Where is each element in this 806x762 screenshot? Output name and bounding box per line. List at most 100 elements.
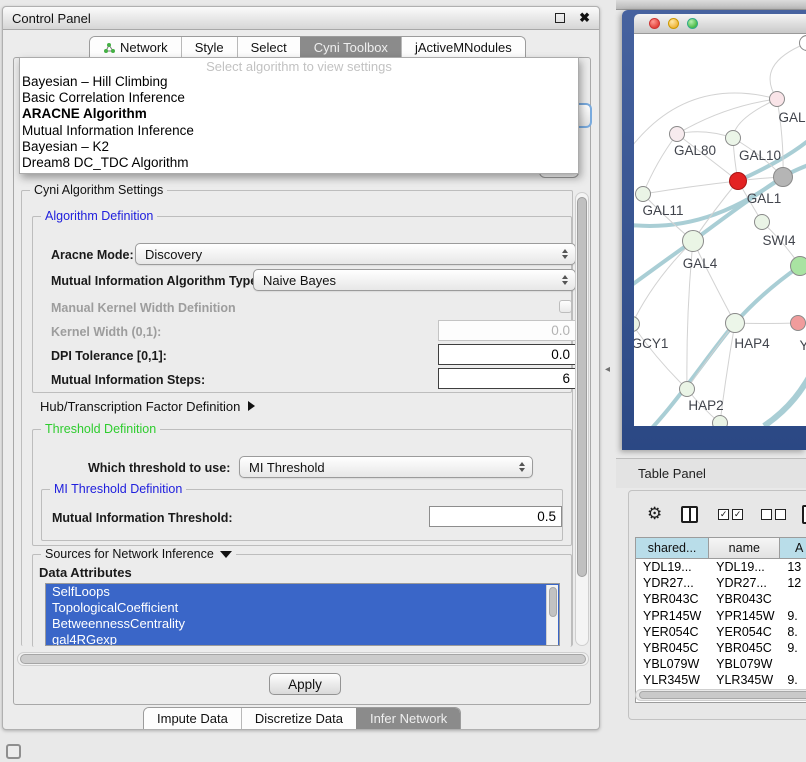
- table-panel-header[interactable]: Table Panel: [616, 458, 806, 488]
- network-node[interactable]: [729, 172, 747, 190]
- network-node[interactable]: [769, 91, 785, 107]
- tab-infer-network[interactable]: Infer Network: [356, 708, 460, 729]
- network-node[interactable]: [754, 214, 770, 230]
- column-document-icon[interactable]: [802, 505, 806, 524]
- minimized-panel-icon[interactable]: [6, 744, 21, 759]
- tab-network[interactable]: Network: [90, 37, 181, 58]
- data-attributes-label: Data Attributes: [39, 565, 132, 580]
- select-all-checkbox-icon[interactable]: ✓: [718, 509, 729, 520]
- float-window-icon[interactable]: [555, 13, 565, 23]
- hub-definition-label: Hub/Transcription Factor Definition: [40, 399, 240, 414]
- panel-collapse-arrow-icon[interactable]: ◂: [605, 364, 610, 375]
- network-node[interactable]: [635, 186, 651, 202]
- threshold-definition-title: Threshold Definition: [41, 422, 160, 436]
- settings-horizontal-scrollbar[interactable]: [17, 652, 589, 666]
- network-node-label: HAP2: [688, 398, 723, 413]
- network-node[interactable]: [679, 381, 695, 397]
- split-pane-icon[interactable]: [681, 506, 698, 523]
- aracne-mode-label: Aracne Mode:: [51, 248, 134, 262]
- network-node[interactable]: [773, 167, 793, 187]
- list-vertical-scrollbar[interactable]: [546, 585, 558, 646]
- table-row[interactable]: YDL19...YDL19...13: [636, 559, 806, 575]
- mac-zoom-icon[interactable]: [687, 18, 698, 29]
- attribute-item[interactable]: TopologicalCoefficient: [46, 600, 559, 616]
- algorithm-option[interactable]: Bayesian – Hill Climbing: [20, 74, 578, 90]
- network-canvas[interactable]: GALGAL80GAL10GAL1GAL11SWI4GAL4GCY1HAP4YH…: [634, 34, 806, 426]
- which-threshold-combobox[interactable]: MI Threshold: [239, 456, 533, 478]
- dpi-tolerance-field[interactable]: 0.0: [438, 344, 576, 365]
- network-node[interactable]: [682, 230, 704, 252]
- tab-label: Discretize Data: [255, 709, 343, 729]
- tab-jactivemnodules[interactable]: jActiveMNodules: [401, 37, 525, 58]
- table-panel-title: Table Panel: [638, 466, 706, 481]
- attribute-item[interactable]: BetweennessCentrality: [46, 616, 559, 632]
- algorithm-definition-title: Algorithm Definition: [41, 209, 157, 223]
- table-row[interactable]: YLR345WYLR345W9.: [636, 672, 806, 688]
- table-row[interactable]: YDR27...YDR27...12: [636, 575, 806, 591]
- manual-kernel-checkbox[interactable]: [559, 300, 572, 313]
- network-node[interactable]: [712, 415, 728, 426]
- kernel-width-field[interactable]: 0.0: [438, 320, 576, 341]
- which-threshold-label: Which threshold to use:: [88, 461, 230, 475]
- network-node[interactable]: [790, 256, 806, 276]
- background-window-strip: [616, 0, 806, 10]
- mac-close-icon[interactable]: [649, 18, 660, 29]
- hub-definition-toggle[interactable]: Hub/Transcription Factor Definition: [40, 399, 255, 414]
- tab-select[interactable]: Select: [237, 37, 300, 58]
- table-horizontal-scrollbar[interactable]: [635, 689, 806, 701]
- cyni-algorithm-settings-group: Cyni Algorithm Settings Algorithm Defini…: [21, 190, 573, 646]
- control-panel-title: Control Panel: [12, 11, 555, 26]
- sources-group-title[interactable]: Sources for Network Inference: [41, 547, 236, 561]
- aracne-mode-combobox[interactable]: Discovery: [135, 243, 576, 265]
- expanded-arrow-icon: [220, 551, 232, 558]
- tab-style[interactable]: Style: [181, 37, 237, 58]
- mac-minimize-icon[interactable]: [668, 18, 679, 29]
- mi-steps-label: Mutual Information Steps:: [51, 373, 205, 387]
- close-icon[interactable]: ✖: [579, 13, 590, 23]
- deselect-checkbox-icon[interactable]: [775, 509, 786, 520]
- algorithm-option[interactable]: Bayesian – K2: [20, 139, 578, 155]
- table-row[interactable]: YPR145WYPR145W9.: [636, 608, 806, 624]
- tab-discretize-data[interactable]: Discretize Data: [241, 708, 356, 729]
- table-row[interactable]: YBL079WYBL079W: [636, 656, 806, 672]
- column-header-name[interactable]: name: [709, 538, 780, 559]
- tab-label: Cyni Toolbox: [314, 38, 388, 58]
- table-row[interactable]: YER054CYER054C8.: [636, 624, 806, 640]
- algorithm-option[interactable]: Mutual Information Inference: [20, 123, 578, 139]
- table-row[interactable]: YBR043CYBR043C: [636, 591, 806, 607]
- select-all-checkbox-icon[interactable]: ✓: [732, 509, 743, 520]
- network-node[interactable]: [725, 313, 745, 333]
- mi-threshold-field[interactable]: 0.5: [429, 506, 562, 527]
- tab-label: Network: [120, 38, 168, 58]
- mi-steps-field[interactable]: 6: [438, 368, 576, 389]
- network-window-titlebar[interactable]: [634, 14, 806, 34]
- tab-impute-data[interactable]: Impute Data: [144, 708, 241, 729]
- algorithm-option[interactable]: Dream8 DC_TDC Algorithm: [20, 155, 578, 171]
- algorithm-option[interactable]: Basic Correlation Inference: [20, 90, 578, 106]
- settings-group-title: Cyni Algorithm Settings: [30, 183, 167, 197]
- mi-threshold-group-title: MI Threshold Definition: [50, 482, 186, 496]
- network-node[interactable]: [669, 126, 685, 142]
- mi-threshold-label: Mutual Information Threshold:: [52, 511, 233, 525]
- deselect-checkbox-icon[interactable]: [761, 509, 772, 520]
- control-panel-titlebar[interactable]: Control Panel ✖: [3, 7, 599, 30]
- column-header-shared-name[interactable]: shared...: [636, 538, 709, 559]
- data-attributes-list[interactable]: SelfLoops TopologicalCoefficient Between…: [45, 583, 560, 646]
- gear-icon[interactable]: ⚙: [647, 504, 662, 524]
- attribute-item[interactable]: SelfLoops: [46, 584, 559, 600]
- column-header-clipped[interactable]: A: [780, 538, 806, 559]
- network-node[interactable]: [790, 315, 806, 331]
- manual-kernel-label: Manual Kernel Width Definition: [51, 301, 236, 315]
- node-table: shared... name A YDL19...YDL19...13 YDR2…: [635, 537, 806, 703]
- table-panel-body: ⚙ ✓ ✓ shared... name A YDL19...YDL19...1…: [628, 490, 806, 720]
- network-node[interactable]: [725, 130, 741, 146]
- collapsed-arrow-icon: [248, 401, 255, 411]
- mi-type-combobox[interactable]: Naive Bayes: [253, 269, 576, 291]
- settings-vertical-scrollbar[interactable]: [575, 192, 589, 646]
- attribute-item[interactable]: gal4RGexp: [46, 632, 559, 646]
- tab-cyni-toolbox[interactable]: Cyni Toolbox: [300, 37, 401, 58]
- table-row[interactable]: YBR045CYBR045C9.: [636, 640, 806, 656]
- apply-button[interactable]: Apply: [269, 673, 341, 695]
- kernel-width-label: Kernel Width (0,1):: [51, 325, 161, 339]
- algorithm-option-selected[interactable]: ARACNE Algorithm: [20, 106, 578, 122]
